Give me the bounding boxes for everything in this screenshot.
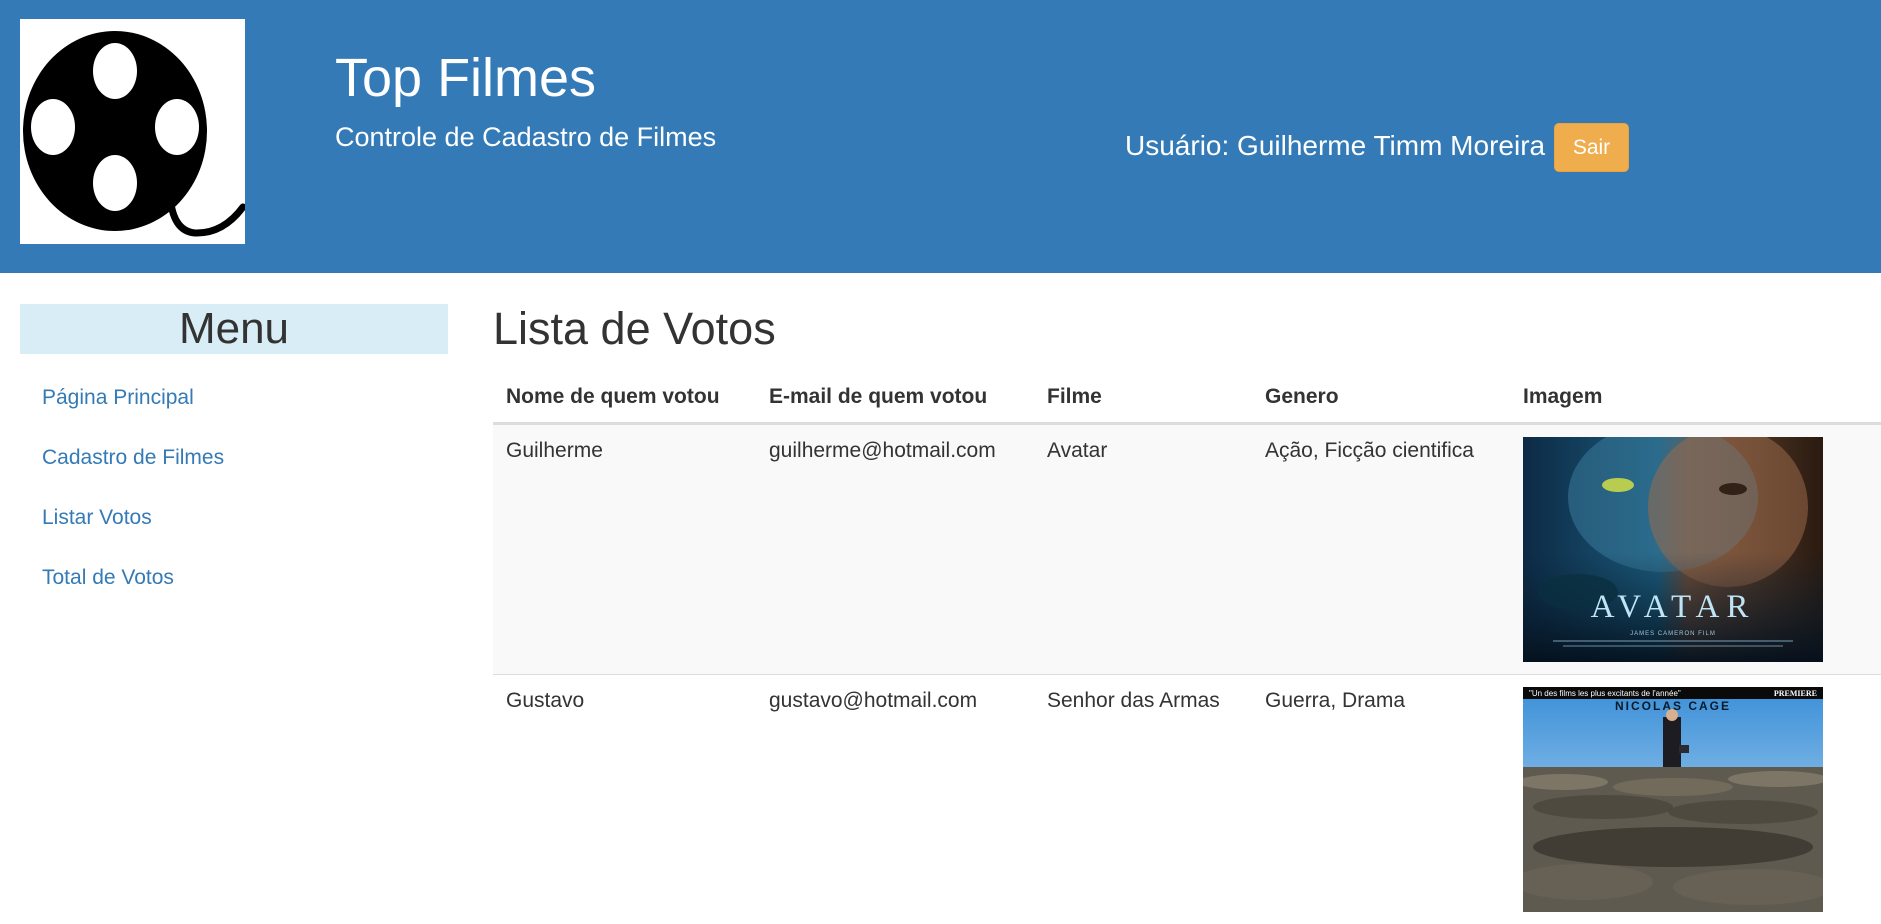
- sidebar-link-total-votos[interactable]: Total de Votos: [42, 566, 174, 589]
- column-header-image: Imagem: [1510, 372, 1881, 424]
- sidebar-link-listar-votos[interactable]: Listar Votos: [42, 506, 152, 529]
- poster-brand: PREMIERE: [1774, 689, 1817, 698]
- sidebar-link-pagina-principal[interactable]: Página Principal: [42, 386, 194, 409]
- site-title: Top Filmes: [335, 44, 596, 112]
- votes-table: Nome de quem votou E-mail de quem votou …: [493, 372, 1881, 924]
- column-header-genre: Genero: [1252, 372, 1510, 424]
- cell-email: guilherme@hotmail.com: [756, 424, 1034, 675]
- senhor-das-armas-poster-image: "Un des films les plus excitants de l'an…: [1523, 687, 1823, 912]
- table-row: Guilherme guilherme@hotmail.com Avatar A…: [493, 424, 1881, 675]
- cell-film: Avatar: [1034, 424, 1252, 675]
- column-header-email: E-mail de quem votou: [756, 372, 1034, 424]
- cell-name: Guilherme: [493, 424, 756, 675]
- sidebar-item-pagina-principal: Página Principal: [42, 378, 224, 438]
- table-row: Gustavo gustavo@hotmail.com Senhor das A…: [493, 675, 1881, 924]
- cell-film: Senhor das Armas: [1034, 675, 1252, 924]
- logout-button[interactable]: Sair: [1554, 123, 1629, 172]
- column-header-film: Filme: [1034, 372, 1252, 424]
- site-subtitle: Controle de Cadastro de Filmes: [335, 120, 716, 154]
- site-header: Top Filmes Controle de Cadastro de Filme…: [0, 0, 1881, 273]
- sidebar-menu: Página Principal Cadastro de Filmes List…: [42, 378, 224, 618]
- cell-genre: Guerra, Drama: [1252, 675, 1510, 924]
- film-reel-icon: [20, 19, 245, 244]
- menu-title: Menu: [20, 304, 448, 354]
- cell-image: "Un des films les plus excitants de l'an…: [1510, 675, 1881, 924]
- cell-email: gustavo@hotmail.com: [756, 675, 1034, 924]
- cell-image: AVATAR JAMES CAMERON FILM: [1510, 424, 1881, 675]
- column-header-name: Nome de quem votou: [493, 372, 756, 424]
- logged-user-label: Usuário: Guilherme Timm Moreira -: [1125, 128, 1562, 164]
- film-reel-logo: [20, 19, 245, 244]
- table-header-row: Nome de quem votou E-mail de quem votou …: [493, 372, 1881, 424]
- poster-tagline: "Un des films les plus excitants de l'an…: [1529, 689, 1681, 698]
- sidebar-link-cadastro-filmes[interactable]: Cadastro de Filmes: [42, 446, 224, 469]
- sidebar-item-cadastro-filmes: Cadastro de Filmes: [42, 438, 224, 498]
- sidebar-item-listar-votos: Listar Votos: [42, 498, 224, 558]
- sidebar-item-total-votos: Total de Votos: [42, 558, 224, 618]
- avatar-poster-image: AVATAR JAMES CAMERON FILM: [1523, 437, 1823, 662]
- avatar-poster-title: AVATAR: [1591, 589, 1756, 625]
- cell-name: Gustavo: [493, 675, 756, 924]
- cell-genre: Ação, Ficção cientifica: [1252, 424, 1510, 675]
- page-title: Lista de Votos: [493, 300, 776, 358]
- avatar-poster-credit: JAMES CAMERON FILM: [1630, 631, 1716, 637]
